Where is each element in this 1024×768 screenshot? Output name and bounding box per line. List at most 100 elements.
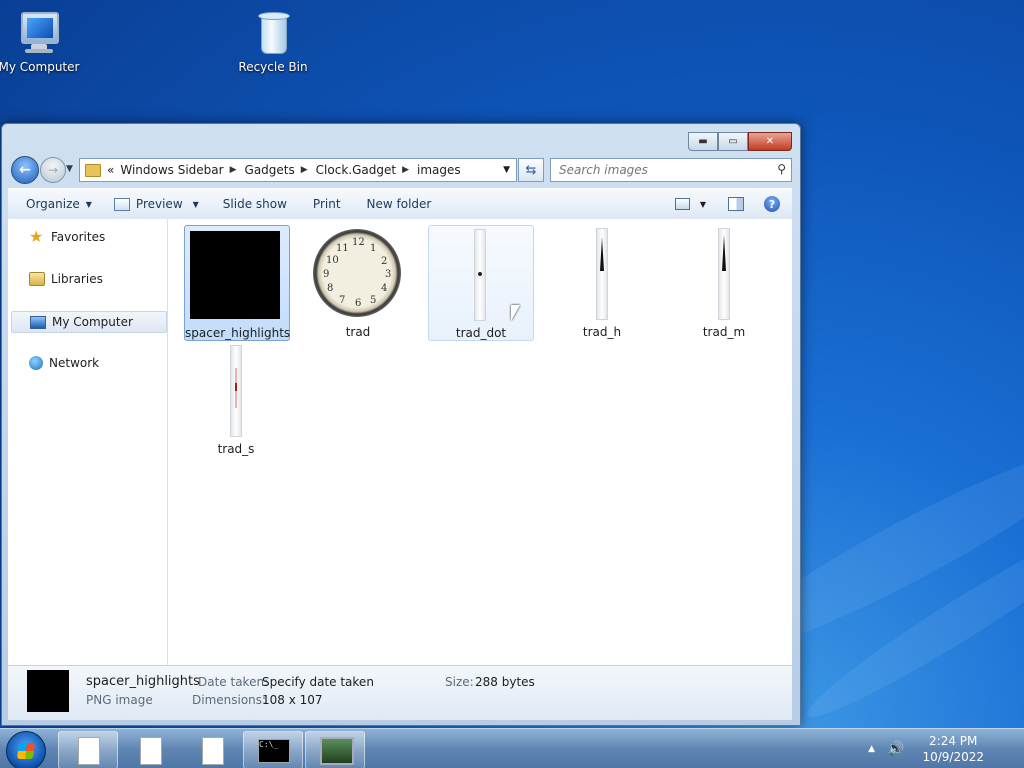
- start-button[interactable]: [6, 731, 46, 768]
- taskbar-button-cmd[interactable]: C:\_: [243, 731, 303, 768]
- computer-icon: [15, 8, 63, 56]
- image-thumbnail: [230, 345, 242, 437]
- file-item-trad-m[interactable]: trad_m: [672, 225, 776, 339]
- taskbar: C:\_ ▲ 🔊 2:24 PM 10/9/2022: [0, 728, 1024, 768]
- taskbar-button-document-3[interactable]: [182, 731, 242, 768]
- clock-date: 10/9/2022: [922, 750, 984, 764]
- library-icon: [29, 272, 45, 286]
- desktop-icon-label: Recycle Bin: [238, 60, 308, 74]
- file-item-trad-h[interactable]: trad_h: [550, 225, 654, 339]
- network-icon: [29, 356, 43, 370]
- search-input[interactable]: [557, 160, 771, 180]
- help-icon[interactable]: ?: [764, 196, 780, 212]
- date-taken-value[interactable]: Specify date taken: [262, 675, 374, 689]
- show-hidden-icons-icon[interactable]: ▲: [868, 744, 875, 754]
- star-icon: ★: [29, 227, 44, 246]
- chevron-down-icon: ▼: [85, 199, 92, 209]
- change-view-icon[interactable]: [674, 198, 690, 210]
- back-button[interactable]: ←: [11, 156, 39, 184]
- taskbar-button-task-manager[interactable]: [305, 731, 365, 768]
- mouse-cursor-icon: [511, 305, 520, 321]
- preview-button[interactable]: Preview ▼: [113, 197, 199, 211]
- clock-time: 2:24 PM: [929, 734, 978, 748]
- search-box[interactable]: ⚲: [550, 158, 792, 182]
- address-bar[interactable]: « Windows Sidebar ▶ Gadgets ▶ Clock.Gadg…: [79, 158, 517, 182]
- refresh-icon: ⇆: [525, 162, 537, 178]
- system-tray: ▲ 🔊 2:24 PM 10/9/2022: [868, 729, 1024, 768]
- file-item-trad-dot[interactable]: trad_dot: [428, 225, 534, 341]
- file-item-trad-s[interactable]: trad_s: [184, 342, 288, 456]
- computer-icon: [30, 315, 46, 329]
- file-item-trad[interactable]: 12 1 2 3 4 5 6 7 8 9 10 11 trad: [306, 225, 410, 339]
- file-name: trad_dot: [455, 326, 507, 340]
- slideshow-button[interactable]: Slide show: [223, 197, 287, 211]
- file-name: trad: [345, 325, 371, 339]
- document-icon: [202, 737, 224, 765]
- breadcrumb-images[interactable]: images: [417, 163, 461, 177]
- desktop-icon-recycle-bin[interactable]: Recycle Bin: [228, 8, 318, 74]
- preview-pane-icon[interactable]: [728, 197, 744, 211]
- minimize-button[interactable]: ▬: [688, 132, 718, 151]
- task-manager-icon: [320, 737, 354, 765]
- file-item-spacer-highlights[interactable]: spacer_highlights: [184, 225, 290, 341]
- print-button[interactable]: Print: [313, 197, 341, 211]
- command-prompt-icon: C:\_: [258, 739, 290, 763]
- taskbar-button-document-2[interactable]: [120, 731, 180, 768]
- search-icon[interactable]: ⚲: [777, 162, 786, 176]
- nav-item-favorites[interactable]: ★ Favorites: [11, 227, 165, 247]
- file-list: spacer_highlights 12 1 2 3 4 5 6 7 8 9 1…: [168, 219, 792, 665]
- close-button[interactable]: ✕: [748, 132, 792, 151]
- views-dropdown-icon[interactable]: ▼: [700, 200, 706, 209]
- chevron-down-icon: ▼: [192, 199, 199, 209]
- document-icon: [78, 737, 100, 765]
- command-bar: Organize ▼ Preview ▼ Slide show Print Ne…: [8, 188, 792, 220]
- organize-label: Organize: [26, 197, 80, 211]
- breadcrumb-overflow[interactable]: «: [107, 163, 114, 177]
- nav-item-network[interactable]: Network: [11, 353, 165, 373]
- breadcrumb-clock-gadget[interactable]: Clock.Gadget: [316, 163, 396, 177]
- desktop-icon-my-computer[interactable]: My Computer: [0, 8, 84, 74]
- new-folder-button[interactable]: New folder: [367, 197, 432, 211]
- address-dropdown-icon[interactable]: ▼: [503, 165, 510, 175]
- nav-item-label: Libraries: [51, 272, 103, 286]
- navigation-pane: ★ Favorites Libraries My Computer Networ…: [8, 219, 168, 665]
- taskbar-clock[interactable]: 2:24 PM 10/9/2022: [922, 733, 984, 765]
- details-file-name: spacer_highlights: [86, 674, 200, 689]
- chevron-right-icon[interactable]: ▶: [230, 165, 237, 175]
- nav-item-label: Favorites: [51, 230, 106, 244]
- folder-icon: [85, 163, 101, 177]
- image-thumbnail: [596, 228, 608, 320]
- caption-buttons: ▬ ▭ ✕: [688, 132, 792, 151]
- details-file-type: PNG image: [86, 693, 153, 707]
- preview-label: Preview: [135, 197, 183, 211]
- maximize-button[interactable]: ▭: [718, 132, 748, 151]
- dimensions-value: 108 x 107: [262, 693, 323, 707]
- refresh-button[interactable]: ⇆: [518, 158, 544, 182]
- image-thumbnail: [718, 228, 730, 320]
- clock-face-icon: 12 1 2 3 4 5 6 7 8 9 10 11: [313, 229, 401, 317]
- forward-button[interactable]: →: [40, 157, 66, 183]
- breadcrumb-windows-sidebar[interactable]: Windows Sidebar: [120, 163, 223, 177]
- image-thumbnail: [190, 231, 280, 319]
- taskbar-button-document-1[interactable]: [58, 731, 118, 768]
- organize-button[interactable]: Organize ▼: [26, 197, 92, 211]
- breadcrumb-gadgets[interactable]: Gadgets: [245, 163, 295, 177]
- windows-logo-icon: [16, 743, 36, 759]
- volume-icon[interactable]: 🔊: [887, 741, 904, 757]
- image-thumbnail: [474, 229, 486, 321]
- back-arrow-icon: ←: [19, 162, 31, 178]
- recent-pages-dropdown[interactable]: ▼: [66, 164, 73, 174]
- date-taken-label: Date taken:: [198, 675, 269, 689]
- size-value: 288 bytes: [475, 675, 535, 689]
- preview-icon: [113, 197, 130, 211]
- nav-item-my-computer[interactable]: My Computer: [11, 311, 167, 333]
- nav-item-libraries[interactable]: Libraries: [11, 269, 165, 289]
- desktop-icon-label: My Computer: [0, 60, 80, 74]
- chevron-right-icon[interactable]: ▶: [402, 165, 409, 175]
- nav-item-label: My Computer: [52, 315, 133, 329]
- file-name: spacer_highlights: [185, 326, 291, 340]
- chevron-right-icon[interactable]: ▶: [301, 165, 308, 175]
- document-icon: [140, 737, 162, 765]
- file-name: trad_h: [582, 325, 622, 339]
- size-label: Size:: [445, 675, 474, 689]
